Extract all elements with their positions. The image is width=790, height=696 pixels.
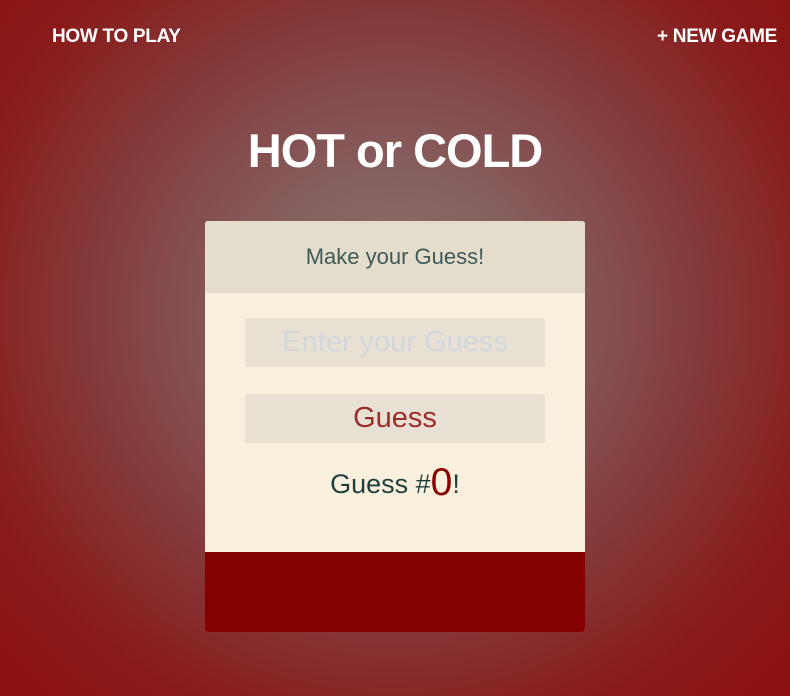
new-game-link[interactable]: + NEW GAME [657,26,777,48]
guess-counter: Guess #0! [205,461,585,506]
feedback-panel [205,552,585,632]
guess-counter-suffix: ! [452,469,460,499]
card-body: Guess Guess #0! [205,293,585,552]
guess-button[interactable]: Guess [245,394,545,443]
guess-counter-prefix: Guess # [330,469,431,499]
card-header: Make your Guess! [205,221,585,293]
guess-counter-value: 0 [430,461,453,504]
guess-input[interactable] [245,318,545,367]
game-card: Make your Guess! Guess Guess #0! [205,221,585,632]
page-title: HOT or COLD [247,124,543,177]
how-to-play-link[interactable]: HOW TO PLAY [52,26,181,48]
